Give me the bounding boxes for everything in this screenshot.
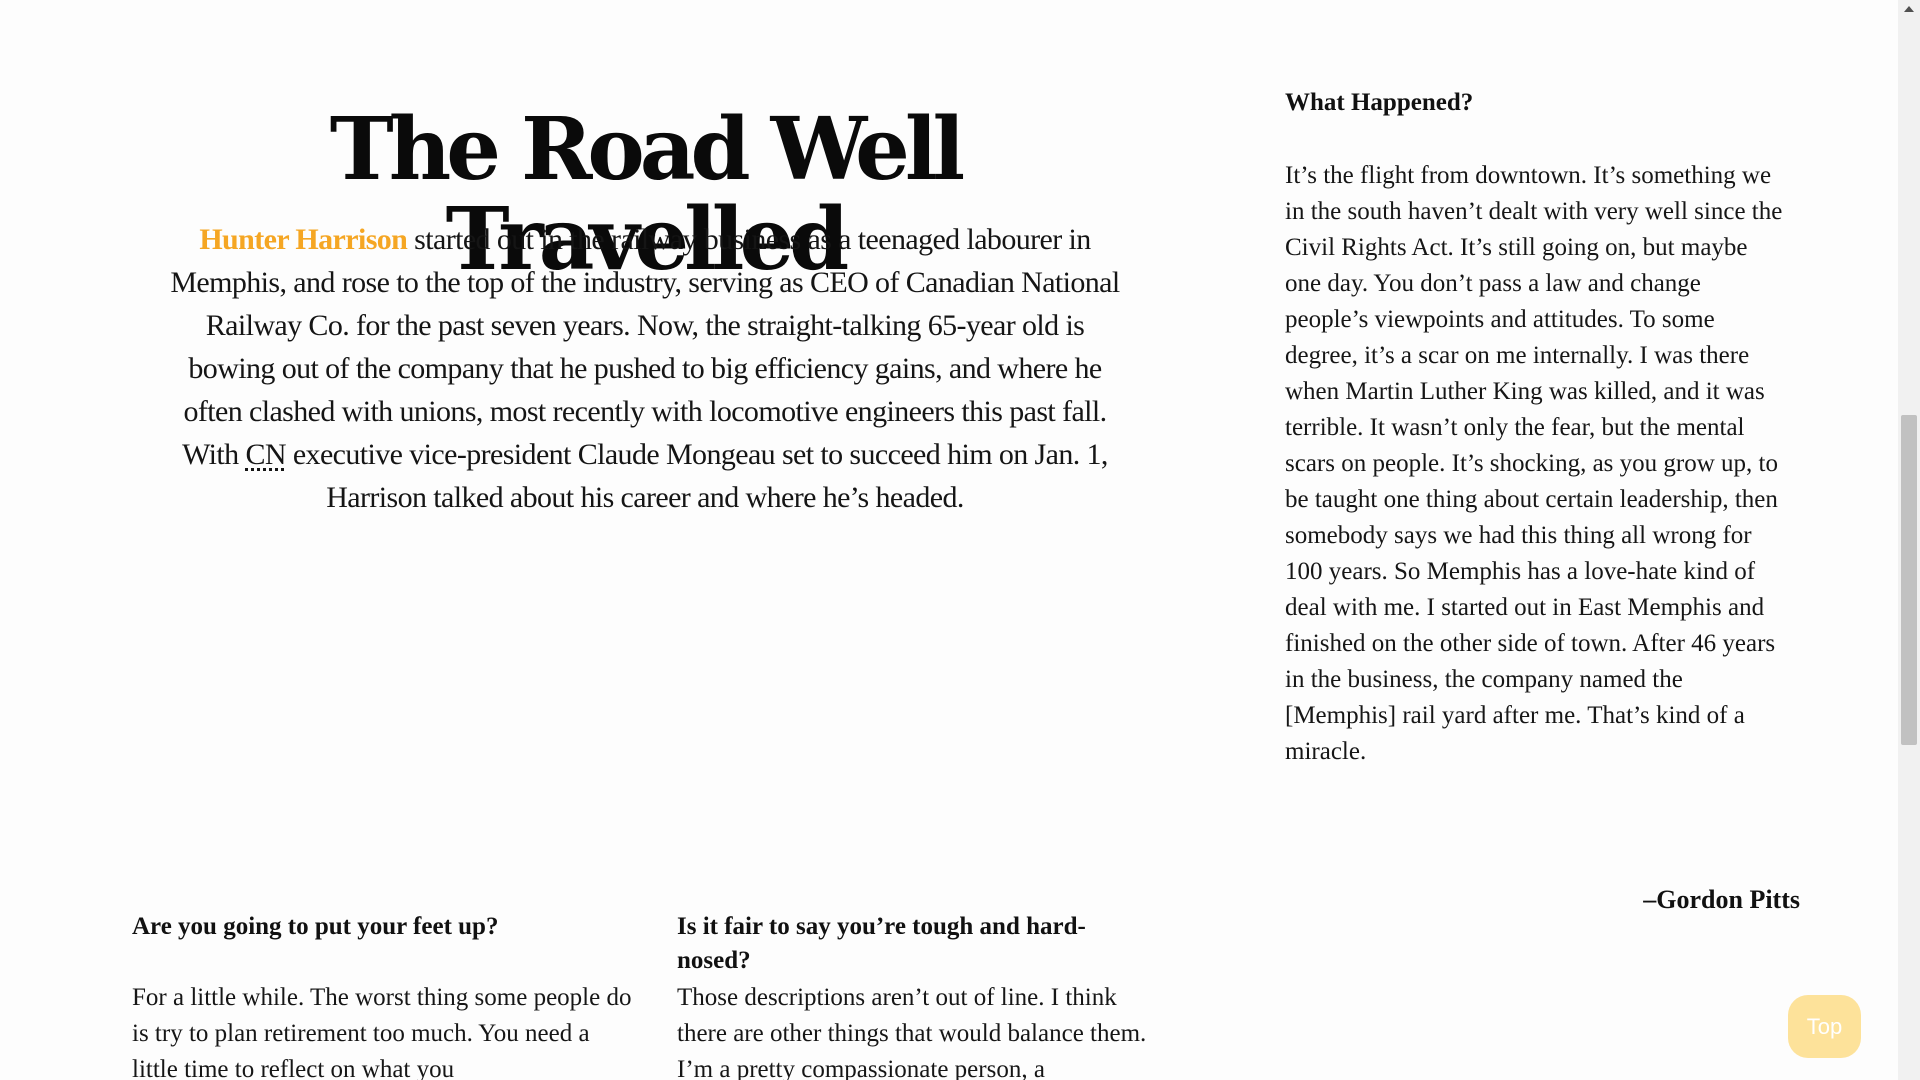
qa-block-what-happened: What Happened? It’s the flight from down… (1285, 86, 1785, 770)
answer-text: For a little while. The worst thing some… (132, 984, 632, 1080)
question-heading: Are you going to put your feet up? (132, 913, 499, 940)
qa-block-feet-up: Are you going to put your feet up? For a… (132, 910, 632, 1080)
cn-abbreviation: CN (245, 438, 286, 471)
vertical-scrollbar[interactable] (1898, 0, 1920, 1080)
back-to-top-button[interactable]: Top (1788, 995, 1861, 1058)
author-subject-link[interactable]: Hunter Harrison (199, 223, 408, 256)
question-heading: What Happened? (1285, 89, 1474, 116)
qa-block-tough-hard-nosed: Is it fair to say you’re tough and hard-… (677, 910, 1157, 1080)
article-intro: Hunter Harrison started out in the railw… (160, 218, 1130, 519)
answer-text: It’s the flight from downtown. It’s some… (1285, 162, 1783, 765)
answer-text: Those descriptions aren’t out of line. I… (677, 984, 1147, 1080)
author-signature: –Gordon Pitts (1643, 885, 1800, 914)
question-heading: Is it fair to say you’re tough and hard-… (677, 913, 1086, 974)
scrollbar-thumb[interactable] (1901, 415, 1917, 745)
scroll-up-arrow-icon[interactable] (1898, 0, 1920, 17)
intro-text-part-2: executive vice-president Claude Mongeau … (285, 438, 1109, 514)
article-page: The Road Well Travelled Hunter Harrison … (0, 0, 1898, 1080)
intro-text-part-1: started out in the railway business as a… (170, 223, 1120, 471)
